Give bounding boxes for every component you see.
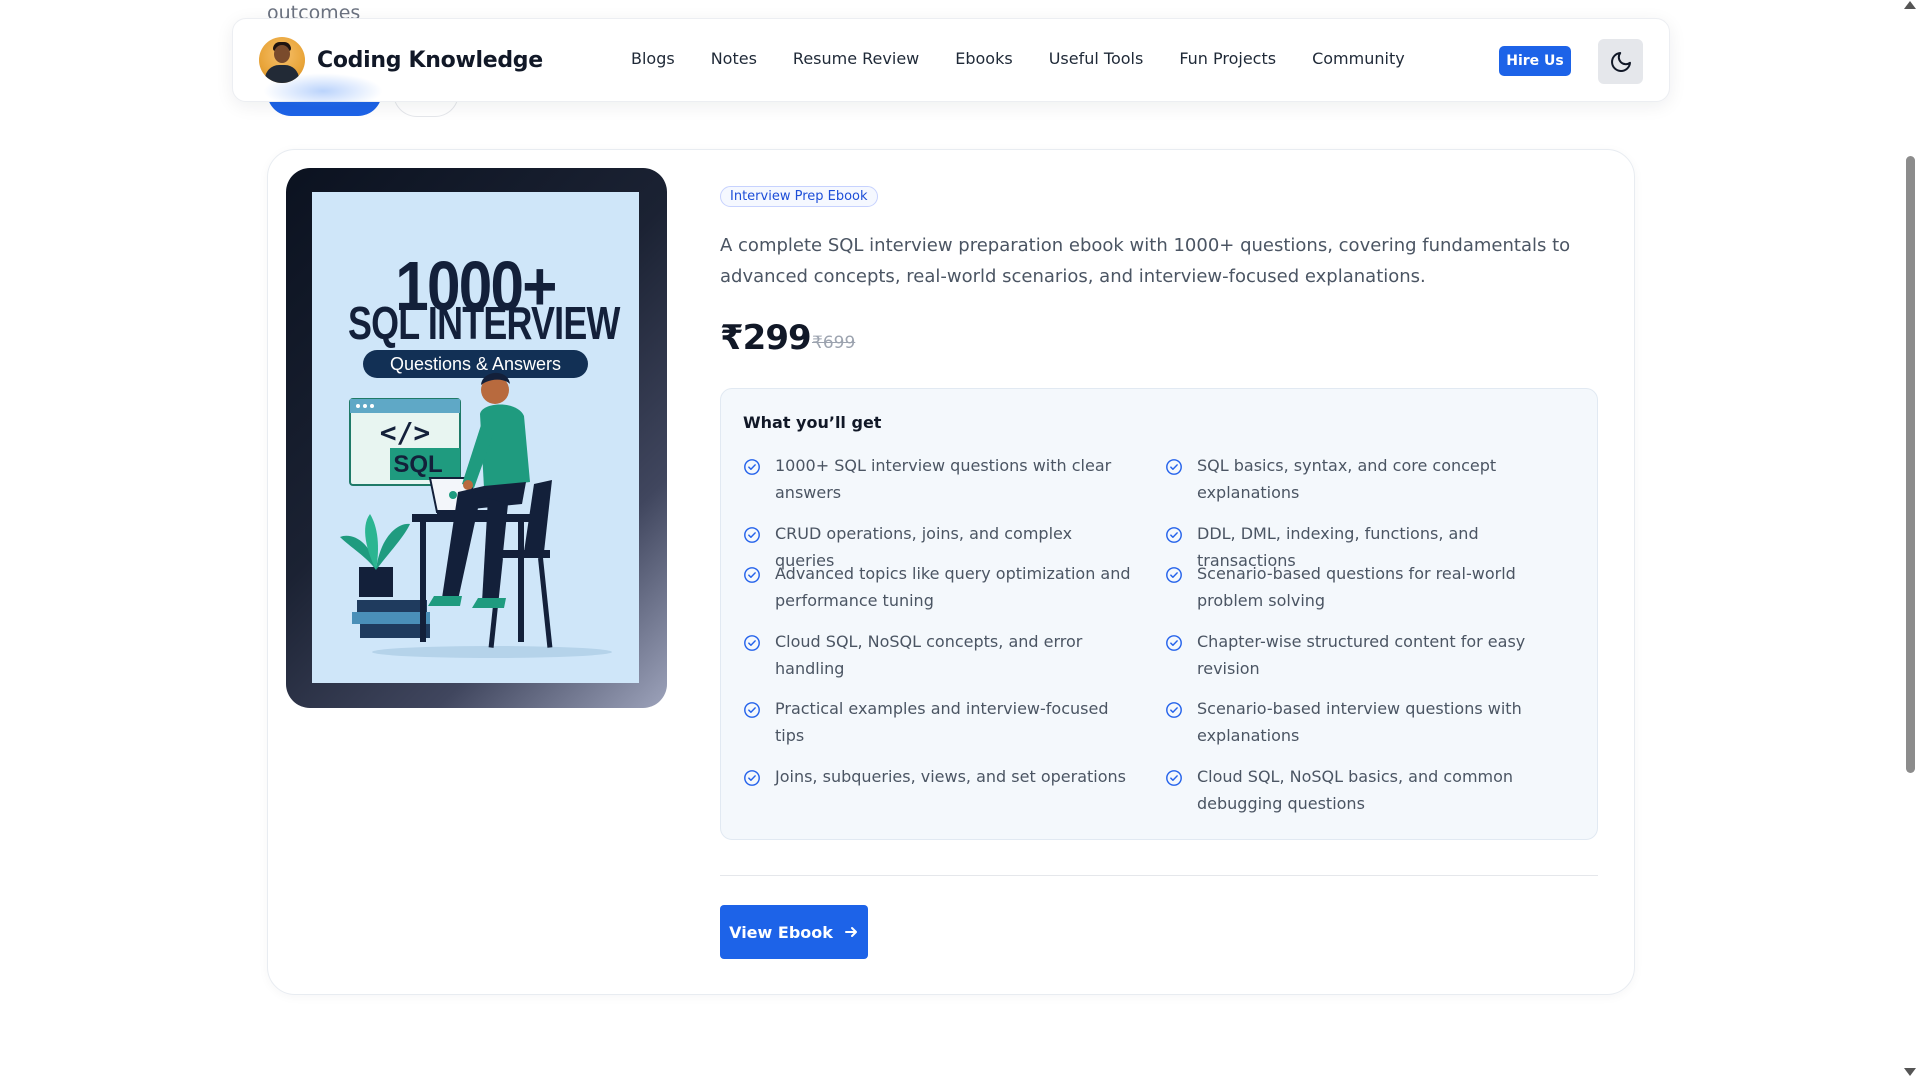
feature-text: Practical examples and interview-focused… (775, 699, 1109, 745)
cover-code-label: SQL (393, 451, 442, 478)
ebook-cover: 1000+ SQL INTERVIEW Questions & Answers … (312, 192, 639, 683)
scroll-down-arrow[interactable] (1904, 1068, 1916, 1076)
ebook-description: A complete SQL interview preparation ebo… (720, 235, 1571, 287)
feature-text: Chapter-wise structured content for easy… (1197, 632, 1526, 678)
check-circle-icon (744, 459, 760, 475)
ebook-cover-frame: 1000+ SQL INTERVIEW Questions & Answers … (286, 168, 667, 708)
feature-item: Scenario-based interview questions with … (1165, 699, 1555, 749)
feature-item: Practical examples and interview-focused… (743, 699, 1133, 749)
features-box: What you’ll get 1000+ SQL interview ques… (720, 388, 1598, 840)
brand-name: Coding Knowledge (317, 47, 543, 73)
site-header: Coding Knowledge Blogs Notes Resume Revi… (232, 18, 1670, 109)
features-heading: What you’ll get (743, 413, 882, 432)
feature-text: 1000+ SQL interview questions with clear… (775, 456, 1112, 502)
feature-item: SQL basics, syntax, and core concept exp… (1165, 456, 1555, 506)
arrow-right-icon (843, 924, 859, 940)
view-ebook-label: View Ebook (729, 922, 833, 942)
check-circle-icon (1166, 527, 1182, 543)
check-circle-icon (744, 770, 760, 786)
cover-code-glyph: </> (380, 416, 431, 449)
check-circle-icon (1166, 567, 1182, 583)
main-nav: Blogs Notes Resume Review Ebooks Useful … (631, 49, 1441, 68)
view-ebook-button[interactable]: View Ebook (720, 905, 868, 959)
feature-item: Cloud SQL, NoSQL basics, and common debu… (1165, 767, 1555, 817)
nav-item-community[interactable]: Community (1312, 49, 1405, 68)
hire-us-button[interactable]: Hire Us (1499, 46, 1571, 76)
feature-text: Cloud SQL, NoSQL concepts, and error han… (775, 632, 1083, 678)
check-circle-icon (744, 567, 760, 583)
divider (720, 875, 1598, 876)
feature-item: Scenario-based questions for real-world … (1165, 564, 1555, 614)
check-circle-icon (1166, 459, 1182, 475)
nav-item-ebooks[interactable]: Ebooks (955, 49, 1012, 68)
cover-illustration: </> SQL (340, 372, 612, 658)
feature-item: Advanced topics like query optimization … (743, 564, 1133, 614)
check-circle-icon (744, 635, 760, 651)
avatar (259, 37, 305, 83)
feature-text: Scenario-based interview questions with … (1197, 699, 1522, 745)
moon-icon (1610, 51, 1631, 72)
feature-text: SQL basics, syntax, and core concept exp… (1197, 456, 1497, 502)
feature-text: Advanced topics like query optimization … (775, 564, 1131, 610)
category-badge: Interview Prep Ebook (720, 186, 878, 207)
check-circle-icon (1166, 770, 1182, 786)
feature-text: Cloud SQL, NoSQL basics, and common debu… (1197, 767, 1514, 813)
feature-item: Cloud SQL, NoSQL concepts, and error han… (743, 632, 1133, 682)
nav-item-resume-review[interactable]: Resume Review (793, 49, 919, 68)
feature-item: Joins, subqueries, views, and set operat… (743, 767, 1133, 790)
brand-link[interactable]: Coding Knowledge (259, 37, 543, 83)
nav-item-notes[interactable]: Notes (711, 49, 757, 68)
feature-item: Chapter-wise structured content for easy… (1165, 632, 1555, 682)
original-price: ₹699 (812, 333, 856, 353)
feature-item: 1000+ SQL interview questions with clear… (743, 456, 1133, 506)
current-price: ₹299 (720, 318, 812, 358)
check-circle-icon (1166, 635, 1182, 651)
feature-text: Joins, subqueries, views, and set operat… (775, 767, 1126, 786)
check-circle-icon (744, 702, 760, 718)
theme-toggle-button[interactable] (1598, 39, 1643, 84)
scrollbar-thumb[interactable] (1906, 156, 1915, 773)
check-circle-icon (744, 527, 760, 543)
feature-text: Scenario-based questions for real-world … (1197, 564, 1516, 610)
nav-item-fun-projects[interactable]: Fun Projects (1179, 49, 1276, 68)
check-circle-icon (1166, 702, 1182, 718)
nav-item-blogs[interactable]: Blogs (631, 49, 675, 68)
nav-item-useful-tools[interactable]: Useful Tools (1049, 49, 1144, 68)
scroll-up-arrow[interactable] (1904, 1, 1916, 9)
